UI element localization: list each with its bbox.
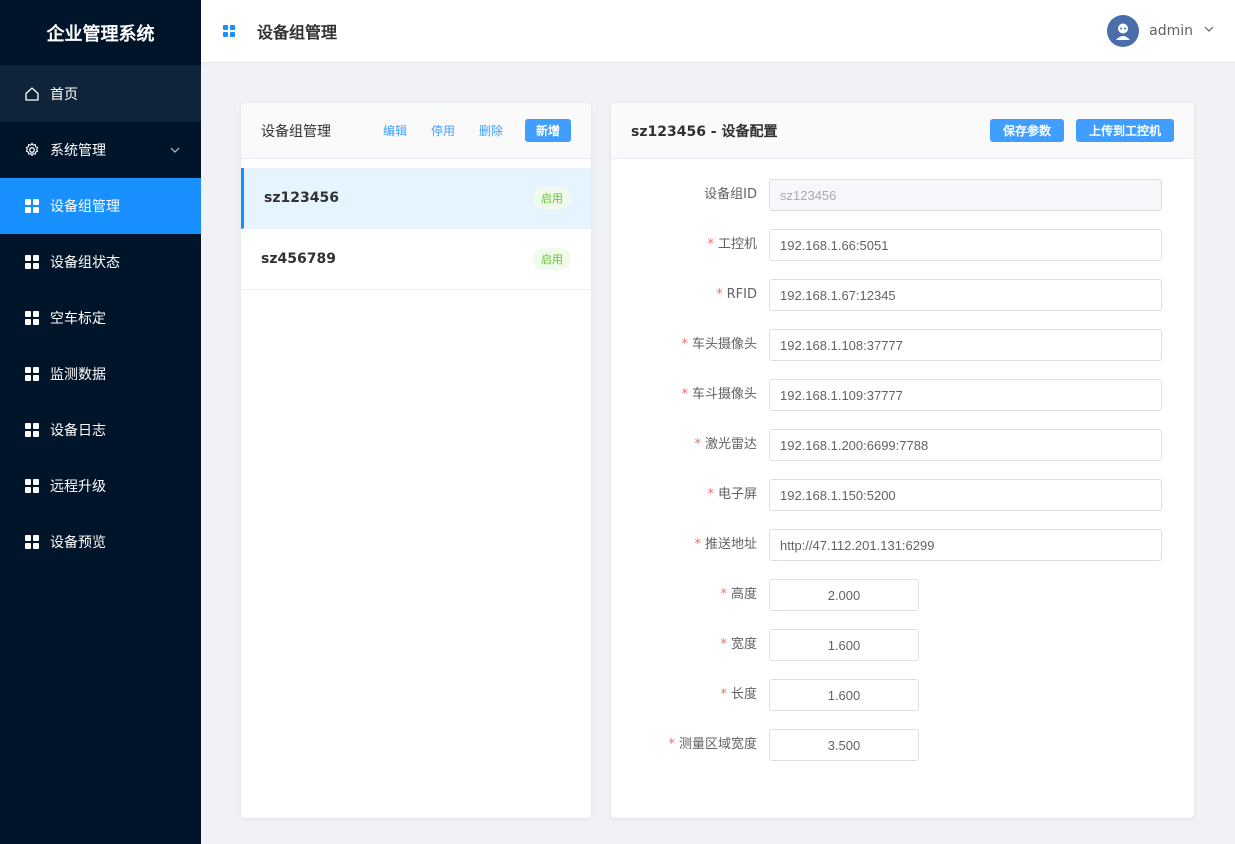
app-logo-title: 企业管理系统 bbox=[0, 0, 201, 66]
grid-icon bbox=[24, 254, 40, 270]
device-group-list-panel: 设备组管理 编辑 停用 删除 新增 sz123456 启用 sz456789 启… bbox=[241, 103, 591, 818]
grid-icon bbox=[223, 25, 235, 37]
add-button[interactable]: 新增 bbox=[524, 119, 571, 142]
page-title: 设备组管理 bbox=[257, 23, 338, 42]
field-label: * 激光雷达 bbox=[694, 437, 757, 452]
device-config-panel: sz123456 - 设备配置 保存参数 上传到工控机 设备组ID *工控机 *… bbox=[611, 103, 1194, 818]
height-field[interactable] bbox=[769, 579, 919, 611]
config-form: 设备组ID *工控机 *RFID *车头摄像头 *车斗摄像头 *激光雷达 *电子… bbox=[611, 159, 1194, 779]
sidebar-item-label: 远程升级 bbox=[50, 479, 106, 495]
status-badge: 启用 bbox=[533, 248, 571, 270]
grid-icon bbox=[24, 310, 40, 326]
sidebar-item-device-group-status[interactable]: 设备组状态 bbox=[0, 234, 201, 290]
home-icon bbox=[24, 86, 40, 102]
screen-field[interactable] bbox=[769, 479, 1162, 511]
rfid-field[interactable] bbox=[769, 279, 1162, 311]
sidebar-item-label: 设备日志 bbox=[50, 423, 106, 439]
device-group-list-header: 设备组管理 编辑 停用 删除 新增 bbox=[241, 103, 591, 159]
group-actions: 编辑 停用 删除 新增 bbox=[359, 119, 571, 142]
status-badge: 启用 bbox=[533, 187, 571, 209]
top-header: 设备组管理 admin bbox=[201, 0, 1235, 63]
avatar[interactable] bbox=[1107, 15, 1140, 47]
field-label: * 宽度 bbox=[720, 637, 757, 652]
length-field[interactable] bbox=[769, 679, 919, 711]
field-label: * 长度 bbox=[720, 687, 757, 702]
edit-button[interactable]: 编辑 bbox=[383, 122, 407, 139]
chevron-down-icon bbox=[169, 144, 181, 160]
form-row-height: * 高度 bbox=[611, 579, 1194, 629]
field-label: * 车斗摄像头 bbox=[681, 387, 757, 402]
upload-button[interactable]: 上传到工控机 bbox=[1075, 119, 1174, 142]
sidebar-item-monitor-data[interactable]: 监测数据 bbox=[0, 346, 201, 402]
field-label: * 车头摄像头 bbox=[681, 337, 757, 352]
field-label: * 电子屏 bbox=[707, 487, 757, 502]
form-row-push-url: * 推送地址 bbox=[611, 529, 1194, 579]
field-label: * 测量区域宽度 bbox=[668, 737, 757, 752]
group-id-field bbox=[769, 179, 1162, 211]
config-actions: 保存参数 上传到工控机 bbox=[978, 119, 1174, 142]
ipc-field[interactable] bbox=[769, 229, 1162, 261]
sidebar-item-device-log[interactable]: 设备日志 bbox=[0, 402, 201, 458]
sidebar-item-label: 首页 bbox=[50, 87, 78, 103]
form-row-group-id: 设备组ID bbox=[611, 179, 1194, 229]
chevron-down-icon[interactable] bbox=[1203, 23, 1215, 39]
field-label: 设备组ID bbox=[704, 187, 757, 202]
group-list: sz123456 启用 sz456789 启用 bbox=[241, 159, 591, 290]
bucket-camera-field[interactable] bbox=[769, 379, 1162, 411]
panel-title: sz123456 - 设备配置 bbox=[631, 123, 778, 140]
delete-button[interactable]: 删除 bbox=[479, 122, 503, 139]
width-field[interactable] bbox=[769, 629, 919, 661]
grid-icon bbox=[24, 366, 40, 382]
sidebar-item-device-group-manage[interactable]: 设备组管理 bbox=[0, 178, 201, 234]
sidebar-item-label: 设备组管理 bbox=[50, 199, 120, 215]
group-name: sz456789 bbox=[261, 251, 336, 267]
measure-width-field[interactable] bbox=[769, 729, 919, 761]
device-config-header: sz123456 - 设备配置 保存参数 上传到工控机 bbox=[611, 103, 1194, 159]
gear-icon bbox=[24, 142, 40, 158]
sidebar-item-device-preview[interactable]: 设备预览 bbox=[0, 514, 201, 570]
username[interactable]: admin bbox=[1149, 23, 1193, 39]
push-url-field[interactable] bbox=[769, 529, 1162, 561]
grid-icon bbox=[24, 198, 40, 214]
form-row-measure-width: * 测量区域宽度 bbox=[611, 729, 1194, 779]
grid-icon bbox=[24, 478, 40, 494]
field-label: * 推送地址 bbox=[694, 537, 757, 552]
field-label: * RFID bbox=[716, 287, 757, 302]
sidebar-item-label: 监测数据 bbox=[50, 367, 106, 383]
sidebar-item-label: 设备预览 bbox=[50, 535, 106, 551]
disable-button[interactable]: 停用 bbox=[431, 122, 455, 139]
form-row-head-camera: * 车头摄像头 bbox=[611, 329, 1194, 379]
form-row-lidar: * 激光雷达 bbox=[611, 429, 1194, 479]
form-row-length: * 长度 bbox=[611, 679, 1194, 729]
lidar-field[interactable] bbox=[769, 429, 1162, 461]
sidebar-item-home[interactable]: 首页 bbox=[0, 66, 201, 122]
sidebar-item-empty-calibration[interactable]: 空车标定 bbox=[0, 290, 201, 346]
form-row-bucket-camera: * 车斗摄像头 bbox=[611, 379, 1194, 429]
form-row-width: * 宽度 bbox=[611, 629, 1194, 679]
sidebar-item-label: 设备组状态 bbox=[50, 255, 120, 271]
sidebar-item-label: 空车标定 bbox=[50, 311, 106, 327]
sidebar-item-label: 系统管理 bbox=[50, 143, 106, 159]
sidebar-item-system[interactable]: 系统管理 bbox=[0, 122, 201, 178]
grid-icon bbox=[24, 534, 40, 550]
save-params-button[interactable]: 保存参数 bbox=[989, 119, 1064, 142]
grid-icon bbox=[24, 422, 40, 438]
user-menu[interactable]: admin bbox=[1107, 15, 1215, 47]
form-row-ipc: * 工控机 bbox=[611, 229, 1194, 279]
group-name: sz123456 bbox=[264, 190, 339, 206]
panel-title: 设备组管理 bbox=[261, 123, 331, 140]
list-item[interactable]: sz456789 启用 bbox=[241, 229, 591, 290]
list-item[interactable]: sz123456 启用 bbox=[241, 168, 591, 229]
head-camera-field[interactable] bbox=[769, 329, 1162, 361]
field-label: * 高度 bbox=[720, 587, 757, 602]
sidebar: 企业管理系统 首页 系统管理 设备组管理 设备组状态 空车标定 监测数据 设备日… bbox=[0, 0, 201, 844]
sidebar-item-remote-upgrade[interactable]: 远程升级 bbox=[0, 458, 201, 514]
field-label: * 工控机 bbox=[707, 237, 757, 252]
form-row-screen: * 电子屏 bbox=[611, 479, 1194, 529]
form-row-rfid: * RFID bbox=[611, 279, 1194, 329]
